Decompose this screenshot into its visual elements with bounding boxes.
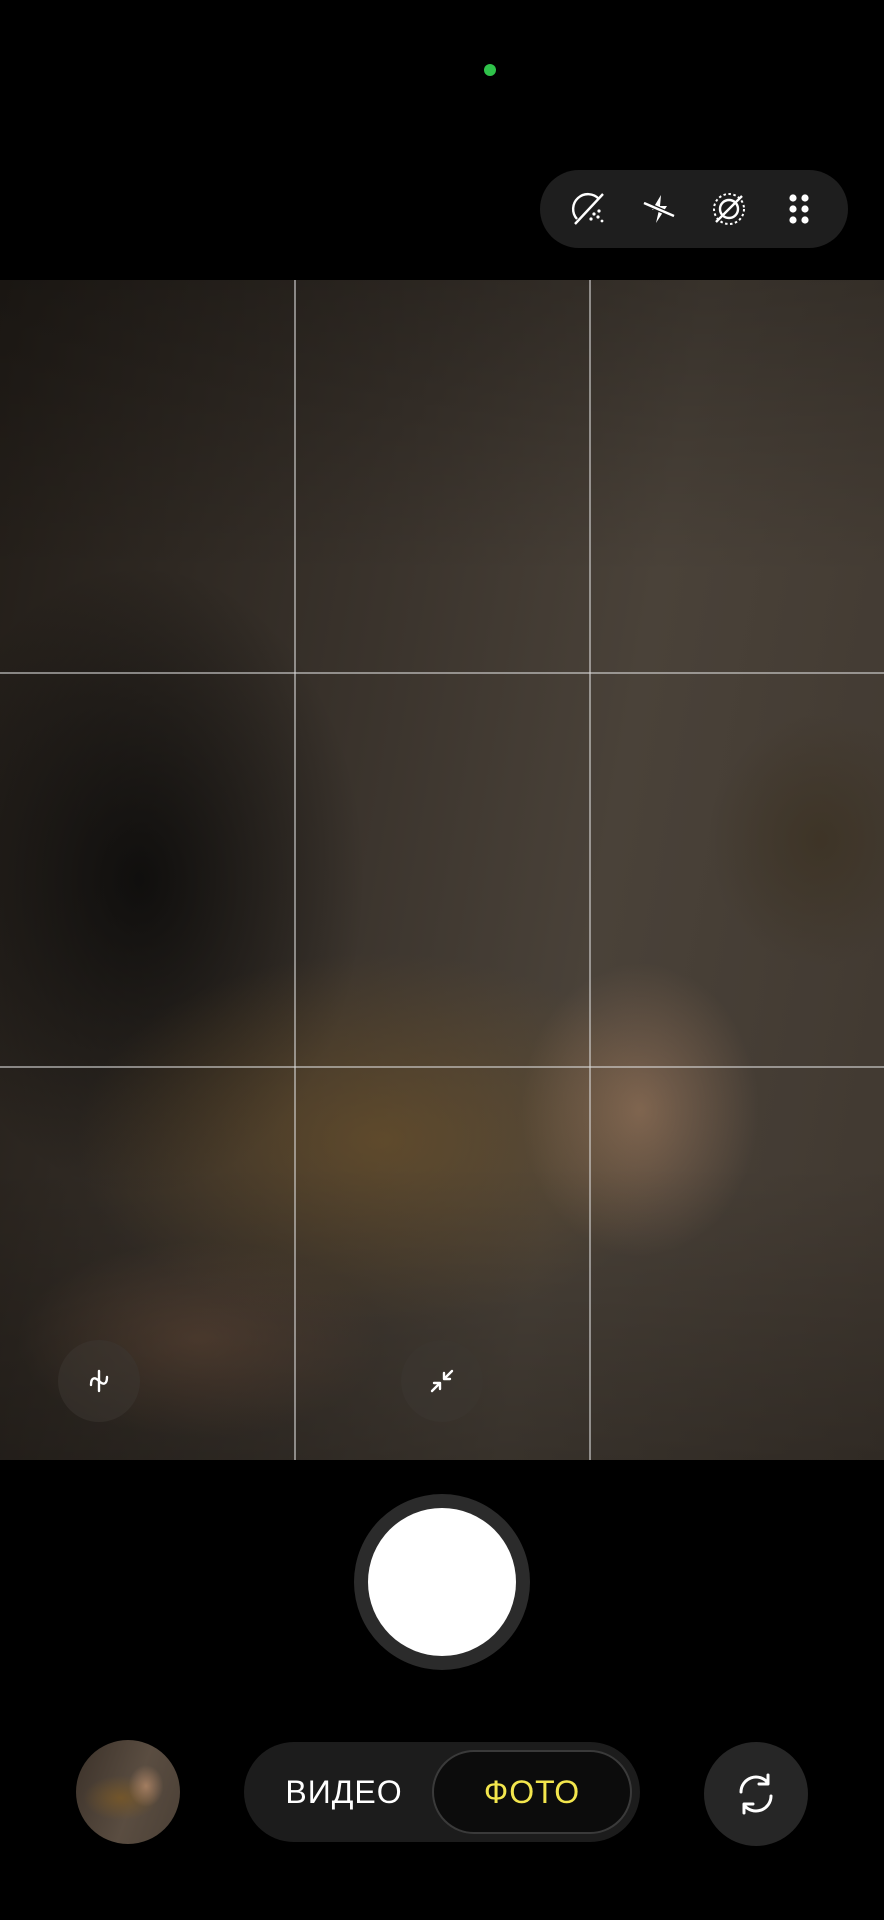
minimize-view-button[interactable] — [401, 1340, 483, 1422]
switch-camera-icon — [739, 1773, 773, 1815]
grid-line-vertical-1 — [294, 280, 296, 1460]
shutter-button-core — [368, 1508, 516, 1656]
shutter-button[interactable] — [354, 1494, 530, 1670]
grid-dots-icon — [789, 194, 809, 224]
motion-photo-off-icon — [713, 193, 745, 225]
motion-photo-toggle-button[interactable] — [699, 179, 759, 239]
stabilization-button[interactable] — [58, 1340, 140, 1422]
stabilization-icon — [89, 1369, 109, 1393]
mode-photo[interactable]: ФОТО — [432, 1750, 632, 1834]
camera-screen: ВИДЕО ФОТО — [0, 0, 884, 1920]
more-settings-button[interactable] — [769, 179, 829, 239]
filter-toggle-button[interactable] — [559, 179, 619, 239]
flash-off-icon — [643, 195, 675, 223]
grid-line-horizontal-2 — [0, 1066, 884, 1068]
viewfinder-preview — [0, 280, 884, 1460]
camera-in-use-indicator — [484, 64, 496, 76]
quick-settings-bar — [540, 170, 848, 248]
switch-camera-button[interactable] — [704, 1742, 808, 1846]
mode-video[interactable]: ВИДЕО — [254, 1750, 434, 1834]
magic-filter-off-icon — [572, 192, 604, 225]
mode-switcher: ВИДЕО ФОТО — [244, 1742, 640, 1842]
gallery-thumbnail[interactable] — [76, 1740, 180, 1844]
minimize-arrows-icon — [430, 1369, 454, 1393]
grid-line-horizontal-1 — [0, 672, 884, 674]
camera-viewfinder[interactable] — [0, 280, 884, 1460]
grid-line-vertical-2 — [589, 280, 591, 1460]
flash-toggle-button[interactable] — [629, 179, 689, 239]
